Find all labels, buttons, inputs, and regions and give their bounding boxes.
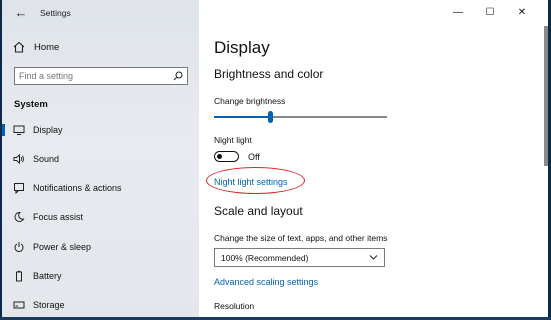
brightness-slider[interactable] xyxy=(214,111,387,123)
advanced-scaling-link[interactable]: Advanced scaling settings xyxy=(214,277,318,287)
slider-thumb[interactable] xyxy=(268,111,273,123)
sidebar-item-storage[interactable]: Storage xyxy=(2,294,199,316)
slider-track xyxy=(272,116,387,118)
search-icon[interactable] xyxy=(173,71,183,81)
chevron-down-icon xyxy=(369,255,378,260)
sidebar-item-label: Focus assist xyxy=(33,212,84,222)
page-title: Display xyxy=(214,38,270,57)
sidebar-item-label: Storage xyxy=(33,300,65,310)
sidebar-item-notifications[interactable]: Notifications & actions xyxy=(2,177,199,199)
night-light-label: Night light xyxy=(214,135,252,145)
app-title: Settings xyxy=(40,8,71,18)
search-input[interactable] xyxy=(19,68,169,84)
settings-window: ← Settings Home System Display xyxy=(2,0,548,320)
sidebar-item-sound[interactable]: Sound xyxy=(2,148,199,170)
slider-fill xyxy=(214,116,268,118)
sidebar-item-label: Battery xyxy=(33,271,62,281)
storage-icon xyxy=(13,301,25,309)
scale-heading: Scale and layout xyxy=(214,204,303,218)
home-icon xyxy=(13,41,25,53)
sidebar-item-display[interactable]: Display xyxy=(2,119,199,141)
home-label: Home xyxy=(34,41,60,53)
sidebar-item-label: Power & sleep xyxy=(33,242,92,252)
search-box[interactable] xyxy=(14,67,188,85)
scale-dropdown[interactable]: 100% (Recommended) xyxy=(214,248,385,267)
back-arrow-icon[interactable]: ← xyxy=(13,6,29,20)
monitor-icon xyxy=(13,125,25,135)
close-button[interactable]: ✕ xyxy=(506,4,538,20)
resolution-label: Resolution xyxy=(214,301,255,311)
title-bar: ← Settings xyxy=(2,0,199,26)
sidebar-item-label: Sound xyxy=(33,154,60,164)
scale-label: Change the size of text, apps, and other… xyxy=(214,233,388,243)
battery-icon xyxy=(16,270,22,282)
brightness-heading: Brightness and color xyxy=(214,67,324,81)
moon-icon xyxy=(14,211,25,222)
content-pane: — ☐ ✕ Display Brightness and color Chang… xyxy=(199,0,548,320)
sidebar: ← Settings Home System Display xyxy=(2,0,199,320)
night-light-toggle[interactable] xyxy=(214,151,239,162)
sidebar-item-battery[interactable]: Battery xyxy=(2,265,199,287)
notification-icon xyxy=(14,183,24,194)
section-header: System xyxy=(14,99,48,110)
minimize-button[interactable]: — xyxy=(442,4,474,20)
sidebar-item-label: Notifications & actions xyxy=(33,183,122,193)
home-link[interactable]: Home xyxy=(12,38,59,56)
dropdown-value: 100% (Recommended) xyxy=(221,253,309,263)
window-controls: — ☐ ✕ xyxy=(442,4,538,20)
sidebar-item-label: Display xyxy=(33,125,63,135)
power-icon xyxy=(14,242,24,252)
active-indicator xyxy=(2,124,5,136)
scrollbar[interactable] xyxy=(544,26,548,166)
night-light-state: Off xyxy=(248,152,260,162)
sidebar-item-focus-assist[interactable]: Focus assist xyxy=(2,206,199,228)
speaker-icon xyxy=(13,153,24,165)
brightness-label: Change brightness xyxy=(214,96,286,106)
night-light-settings-link[interactable]: Night light settings xyxy=(214,177,288,187)
toggle-knob xyxy=(217,153,222,159)
maximize-button[interactable]: ☐ xyxy=(474,4,506,20)
sidebar-item-power-sleep[interactable]: Power & sleep xyxy=(2,236,199,258)
